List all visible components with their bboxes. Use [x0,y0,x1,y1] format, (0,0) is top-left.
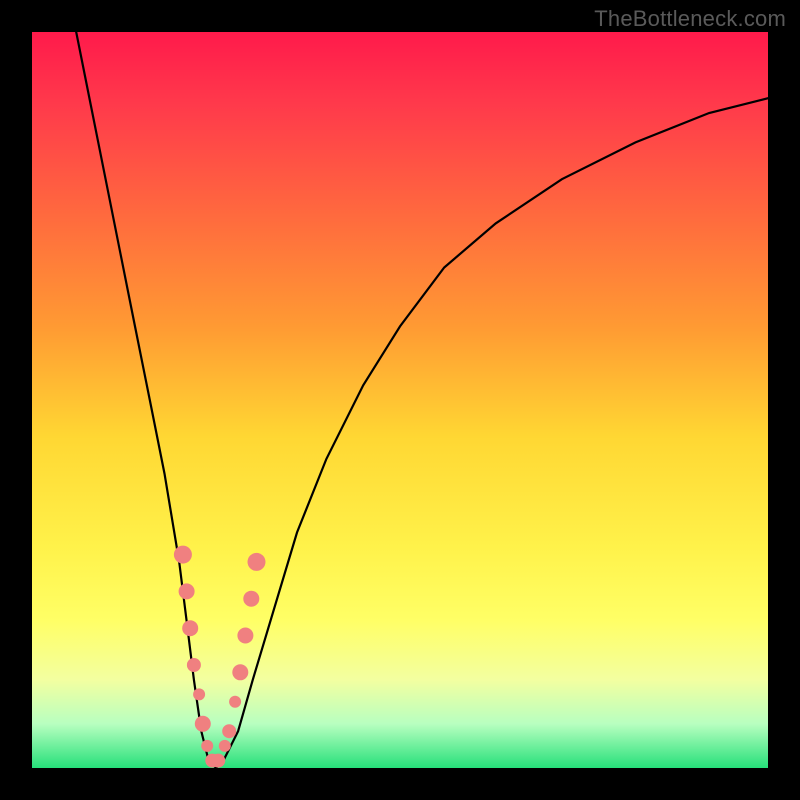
bottleneck-curve [76,32,768,768]
marker-dot [232,664,248,680]
curve-markers [174,546,266,768]
marker-dot [187,658,201,672]
curve-layer [32,32,768,768]
marker-dot [219,740,231,752]
marker-dot [174,546,192,564]
marker-dot [201,740,213,752]
marker-dot [182,620,198,636]
plot-area [32,32,768,768]
marker-dot [229,696,241,708]
marker-dot [193,688,205,700]
marker-dot [222,724,236,738]
marker-dot [211,754,225,768]
marker-dot [248,553,266,571]
marker-dot [195,716,211,732]
marker-dot [179,583,195,599]
marker-dot [243,591,259,607]
chart-container: TheBottleneck.com [0,0,800,800]
watermark-text: TheBottleneck.com [594,6,786,32]
marker-dot [237,628,253,644]
